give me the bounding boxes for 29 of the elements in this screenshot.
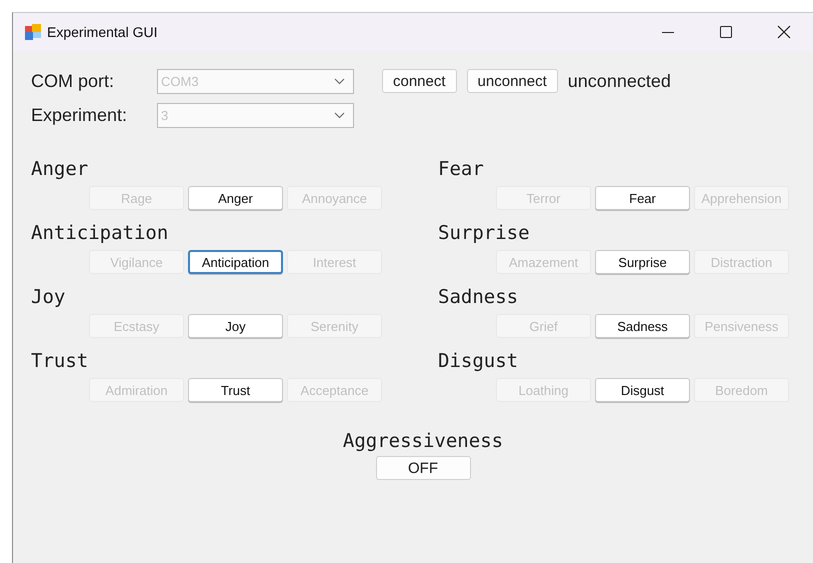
emotion-button[interactable]: Surprise <box>595 250 690 274</box>
emotion-button[interactable]: Disgust <box>595 378 690 402</box>
connection-button[interactable]: connect <box>382 69 457 93</box>
emotion-heading: Fear <box>438 158 484 182</box>
emotion-button[interactable]: Anger <box>188 186 283 210</box>
chevron-icon <box>334 112 345 119</box>
emotion-heading: Surprise <box>438 222 530 246</box>
aggressiveness-heading: Aggressiveness <box>342 430 504 452</box>
emotion-button[interactable]: Sadness <box>595 314 690 338</box>
emotion-heading: Anticipation <box>31 222 168 246</box>
chevron-icon <box>334 78 345 85</box>
emotion-heading: Disgust <box>438 350 518 374</box>
app-icon <box>25 24 41 40</box>
connection-button[interactable]: unconnect <box>466 69 558 93</box>
field-label: Experiment: <box>31 105 128 126</box>
emotion-button[interactable]: Trust <box>188 378 283 402</box>
emotion-heading: Trust <box>31 350 88 374</box>
toggle-button[interactable]: OFF <box>376 456 470 480</box>
emotion-heading: Anger <box>31 158 88 182</box>
emotion-button[interactable]: Anticipation <box>188 250 283 274</box>
window-title: Experimental GUI <box>47 24 158 40</box>
close-icon <box>777 25 791 39</box>
connection-status: unconnected <box>568 71 671 92</box>
emotion-button[interactable]: Fear <box>595 186 690 210</box>
emotion-button[interactable]: Joy <box>188 314 283 338</box>
maximize-icon <box>719 25 733 39</box>
emotion-heading: Sadness <box>438 286 518 310</box>
emotion-heading: Joy <box>31 286 66 310</box>
field-label: COM port: <box>31 71 116 92</box>
